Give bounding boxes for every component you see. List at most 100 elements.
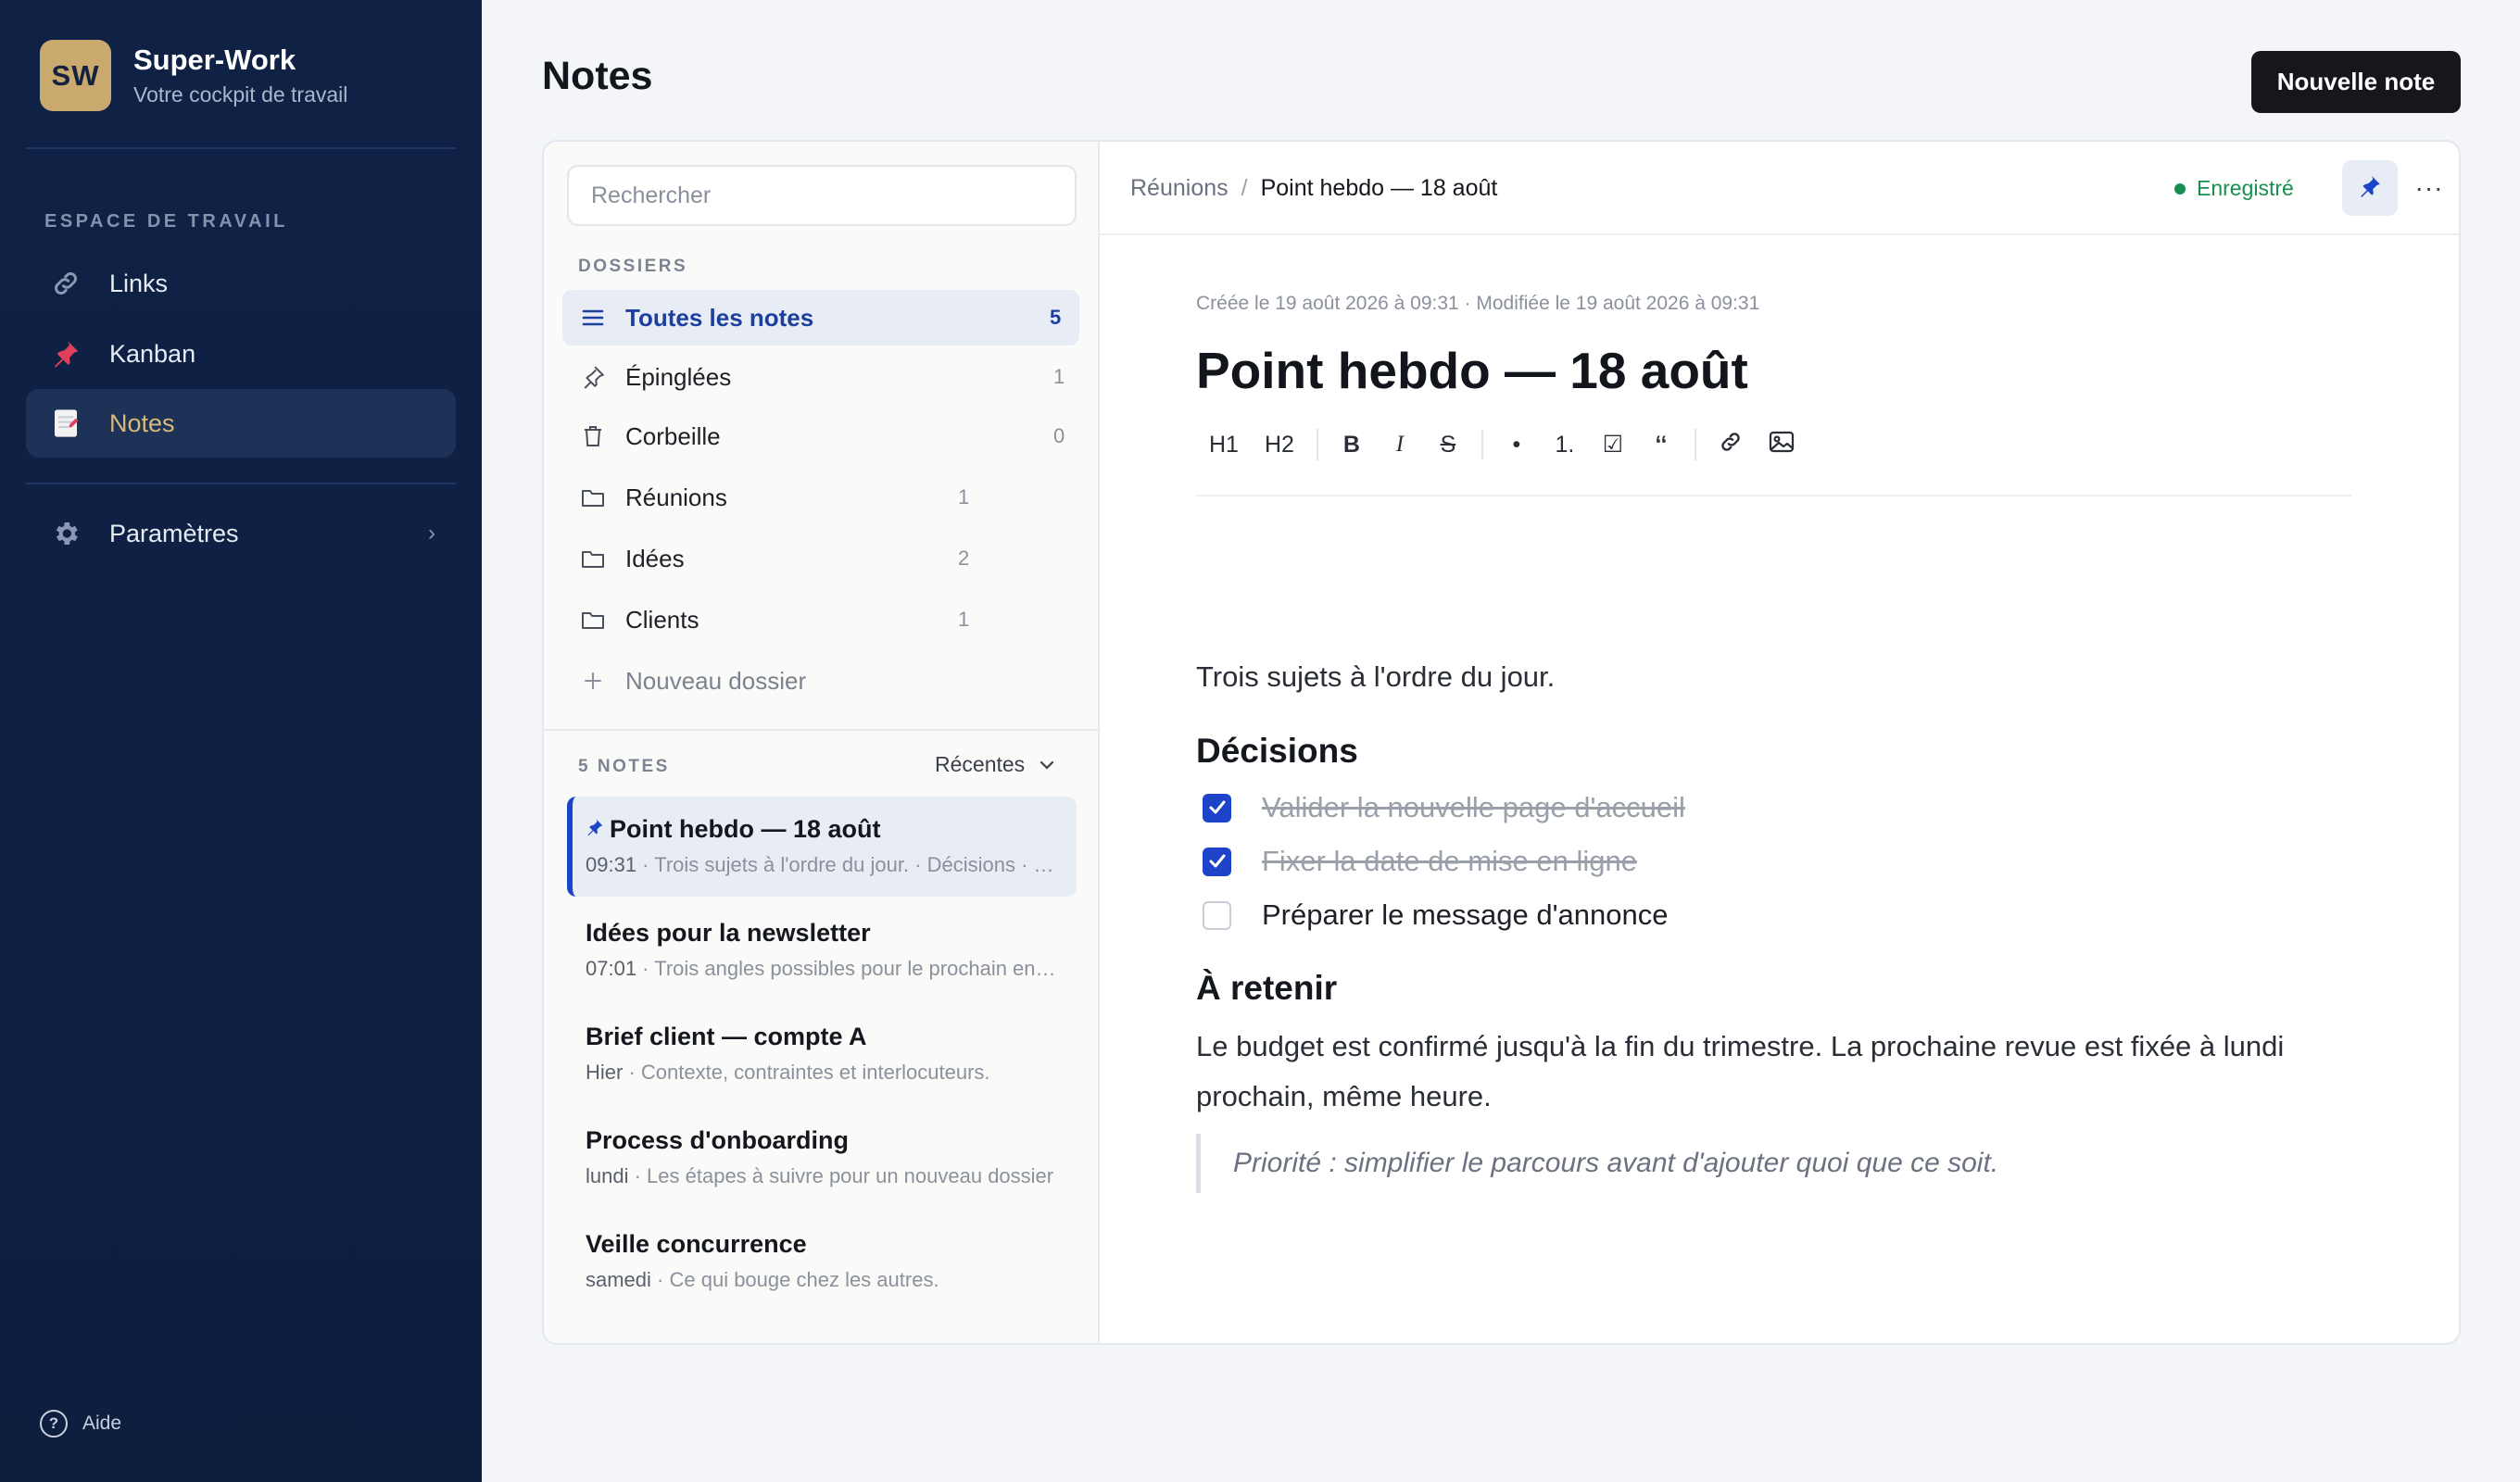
folder-pinned[interactable]: Épinglées 1 [562, 349, 1079, 405]
notes-count-label: 5 NOTES [578, 757, 670, 776]
folder-label: Idées [625, 544, 685, 572]
note-title: Process d'onboarding [586, 1126, 849, 1154]
folder-label: Toutes les notes [625, 303, 814, 332]
checklist-text: Préparer le message d'annonce [1262, 898, 1669, 931]
note-list-item[interactable]: Point hebdo — 18 août 09:31 · Trois suje… [567, 797, 1077, 897]
link-icon [50, 268, 82, 299]
breadcrumb-separator: / [1241, 175, 1248, 201]
sidebar-item-links[interactable]: Links [26, 249, 456, 318]
checklist-text: Fixer la date de mise en ligne [1262, 845, 1637, 877]
workspace-section-label: ESPACE DE TRAVAIL [44, 211, 288, 232]
memo-icon [50, 408, 82, 439]
search-input[interactable] [567, 165, 1077, 226]
breadcrumb-parent[interactable]: Réunions [1130, 175, 1228, 202]
note-list-item[interactable]: Brief client — compte A Hier · Contexte,… [567, 1004, 1077, 1104]
folder-label: Épinglées [625, 362, 732, 391]
sort-dropdown[interactable]: Récentes [935, 752, 1054, 777]
folder-all-notes[interactable]: Toutes les notes 5 [562, 290, 1079, 345]
strikethrough-button[interactable]: S [1424, 421, 1472, 469]
status-dot [2174, 182, 2186, 195]
heading2-button[interactable]: H2 [1252, 421, 1307, 469]
brand-name: Super-Work [133, 44, 296, 76]
numbered-list-button[interactable]: 1. [1541, 421, 1589, 469]
chevron-right-icon: › [428, 521, 435, 546]
heading1-button[interactable]: H1 [1196, 421, 1252, 469]
sidebar-item-label: Links [109, 269, 169, 297]
sidebar-item-settings[interactable]: Paramètres › [26, 499, 456, 568]
note-list-item[interactable]: Idées pour la newsletter 07:01 · Trois a… [567, 900, 1077, 1000]
checklist-item[interactable]: Valider la nouvelle page d'accueil [1196, 791, 1685, 824]
pin-note-button[interactable] [2342, 160, 2398, 216]
note-time: samedi [586, 1268, 651, 1291]
saved-status: Enregistré [2174, 176, 2294, 201]
sidebar-divider [26, 147, 456, 149]
panel-divider [544, 729, 1098, 731]
checkbox-checked[interactable] [1203, 847, 1231, 876]
pushpin-icon [50, 338, 82, 370]
sidebar-item-label: Paramètres [109, 519, 239, 547]
note-meta: Créée le 19 août 2026 à 09:31 · Modifiée… [1196, 293, 1760, 314]
checklist-button[interactable]: ☑ [1589, 421, 1637, 469]
chevron-down-icon [1040, 755, 1054, 774]
sidebar-item-notes[interactable]: Notes [26, 389, 456, 458]
italic-button[interactable]: I [1376, 421, 1424, 469]
checklist-item[interactable]: Préparer le message d'annonce [1196, 898, 1668, 932]
trash-icon [579, 422, 607, 450]
checkbox-checked[interactable] [1203, 793, 1231, 823]
folder-trash[interactable]: Corbeille 0 [562, 408, 1079, 464]
notes-panel: DOSSIERS Toutes les notes 5 Épinglées 1 … [544, 142, 1100, 1343]
plus-icon [579, 667, 607, 695]
folder-label: Clients [625, 605, 699, 634]
new-folder-button[interactable]: Nouveau dossier [562, 653, 1079, 709]
folder-count: 5 [1050, 306, 1062, 329]
folder-label: Réunions [625, 483, 727, 511]
note-paragraph-line2[interactable]: prochain, même heure. [1196, 1072, 1492, 1122]
bold-button[interactable]: B [1328, 421, 1376, 469]
retain-heading[interactable]: À retenir [1196, 969, 1337, 1008]
sidebar-item-label: Notes [109, 408, 175, 437]
note-title: Brief client — compte A [586, 1023, 867, 1050]
decisions-heading[interactable]: Décisions [1196, 732, 1358, 771]
folder-count: 1 [1053, 365, 1065, 388]
folder-idees[interactable]: Idées 2 [562, 531, 1079, 586]
brand-tagline: Votre cockpit de travail [133, 82, 348, 107]
folder-label: Corbeille [625, 421, 721, 450]
checkbox-unchecked[interactable] [1203, 900, 1231, 930]
ellipsis-icon: ··· [2414, 173, 2444, 202]
note-paragraph-line1[interactable]: Le budget est confirmé jusqu'à la fin du… [1196, 1022, 2284, 1072]
note-title: Idées pour la newsletter [586, 919, 871, 947]
blockquote[interactable]: Priorité : simplifier le parcours avant … [1196, 1134, 1998, 1193]
note-snippet: Contexte, contraintes et interlocuteurs. [640, 1061, 990, 1084]
sort-label: Récentes [935, 752, 1026, 776]
note-title-heading[interactable]: Point hebdo — 18 août [1196, 341, 1748, 400]
quote-button[interactable]: ‘‘ [1637, 421, 1685, 469]
notes-card: DOSSIERS Toutes les notes 5 Épinglées 1 … [542, 140, 2461, 1345]
note-time: Hier [586, 1061, 624, 1084]
checklist-item[interactable]: Fixer la date de mise en ligne [1196, 845, 1637, 878]
folder-icon [579, 545, 607, 572]
pin-icon [579, 363, 607, 391]
folder-icon [579, 606, 607, 634]
toolbar-separator [1316, 429, 1318, 460]
formatting-toolbar: H1 H2 B I S • 1. ☑ ‘‘ [1196, 421, 2351, 496]
note-list-item[interactable]: Process d'onboarding lundi · Les étapes … [567, 1108, 1077, 1208]
folder-count: 1 [958, 608, 970, 631]
folder-reunions[interactable]: Réunions 1 [562, 470, 1079, 525]
note-time: 09:31 [586, 853, 637, 876]
new-note-button[interactable]: Nouvelle note [2251, 51, 2461, 113]
insert-image-button[interactable] [1756, 421, 1808, 469]
folder-clients[interactable]: Clients 1 [562, 592, 1079, 647]
bullet-list-button[interactable]: • [1493, 421, 1541, 469]
toolbar-separator [1694, 429, 1696, 460]
help-label: Aide [82, 1413, 122, 1434]
note-list-item[interactable]: Veille concurrence samedi · Ce qui bouge… [567, 1212, 1077, 1312]
more-options-button[interactable]: ··· [2406, 160, 2452, 216]
breadcrumb: Réunions / Point hebdo — 18 août [1130, 175, 1497, 202]
note-time: lundi [586, 1164, 629, 1187]
help-icon: ? [40, 1410, 68, 1438]
brand[interactable]: SW Super-Work Votre cockpit de travail [40, 40, 347, 111]
insert-link-button[interactable] [1706, 421, 1756, 469]
sidebar-item-kanban[interactable]: Kanban [26, 320, 456, 388]
help-link[interactable]: ? Aide [40, 1410, 121, 1438]
note-intro[interactable]: Trois sujets à l'ordre du jour. [1196, 652, 1555, 702]
